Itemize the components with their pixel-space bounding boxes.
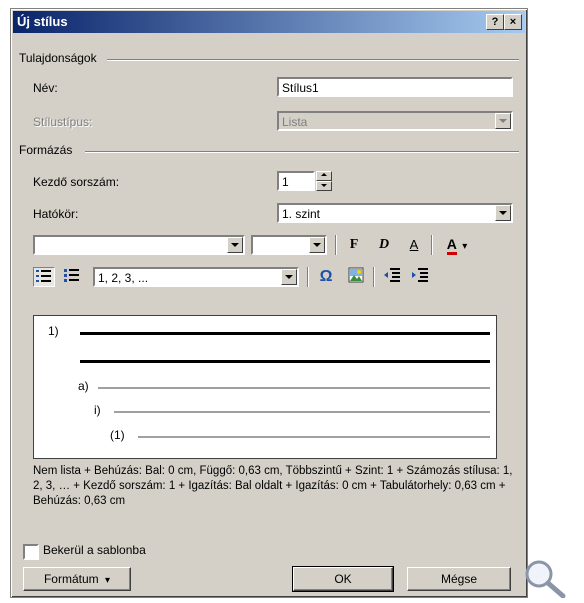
- ok-button[interactable]: OK: [292, 566, 394, 592]
- chevron-down-icon: [495, 205, 511, 221]
- cancel-button[interactable]: Mégse: [407, 567, 511, 591]
- properties-group-label: Tulajdonságok: [19, 51, 97, 65]
- zoom-magnifier-icon[interactable]: [523, 558, 569, 598]
- preview-line-level3: [114, 411, 490, 413]
- insert-picture-button[interactable]: [345, 267, 367, 287]
- numbering-format-select[interactable]: 1, 2, 3, ...: [93, 267, 299, 287]
- close-button[interactable]: ×: [504, 14, 522, 30]
- name-input[interactable]: Stílus1: [277, 77, 513, 97]
- bulleted-list-button[interactable]: [61, 267, 83, 287]
- formatting-group-label: Formázás: [19, 143, 73, 157]
- style-type-value: Lista: [282, 115, 308, 129]
- preview-line-level2: [98, 387, 490, 389]
- chevron-down-icon: [495, 113, 511, 129]
- chevron-down-icon: [281, 269, 297, 285]
- chevron-down-icon: ▾: [105, 575, 111, 586]
- spin-up-icon[interactable]: [316, 171, 332, 181]
- font-name-select[interactable]: [33, 235, 245, 255]
- name-label: Név:: [33, 81, 58, 95]
- decrease-indent-icon: [384, 268, 400, 282]
- numbering-format-value: 1, 2, 3, ...: [98, 271, 149, 285]
- spin-down-icon[interactable]: [316, 181, 332, 191]
- italic-button[interactable]: D: [373, 235, 395, 255]
- help-button[interactable]: ?: [486, 14, 504, 30]
- bulleted-list-icon: [64, 269, 79, 282]
- preview-line-level4: [138, 436, 490, 438]
- toolbar-separator: [431, 235, 433, 255]
- chevron-down-icon: ▾: [462, 241, 468, 252]
- numbered-list-icon: [36, 270, 51, 282]
- new-style-dialog: Új stílus ? × Tulajdonságok Név: Stílus1…: [10, 8, 528, 598]
- chevron-down-icon: [227, 237, 243, 253]
- preview-label-level4: (1): [110, 428, 125, 442]
- chevron-down-icon: [309, 237, 325, 253]
- add-to-template-label[interactable]: Bekerül a sablonba: [43, 543, 146, 557]
- style-type-select[interactable]: Lista: [277, 111, 513, 131]
- start-at-input[interactable]: 1: [277, 171, 315, 191]
- preview-line-level1-continued: [80, 360, 490, 363]
- toolbar-separator: [335, 235, 337, 255]
- scope-value: 1. szint: [282, 207, 321, 221]
- title-bar: Új stílus ? ×: [13, 11, 525, 33]
- scope-label: Hatókör:: [33, 207, 79, 221]
- preview-label-level2: a): [78, 379, 89, 393]
- increase-indent-icon: [412, 268, 428, 282]
- scope-select[interactable]: 1. szint: [277, 203, 513, 223]
- increase-indent-button[interactable]: [409, 267, 431, 287]
- bold-button[interactable]: F: [343, 235, 365, 255]
- start-at-label: Kezdő sorszám:: [33, 175, 120, 189]
- toolbar-separator: [373, 267, 375, 287]
- preview-label-level1: 1): [48, 324, 59, 338]
- start-at-spinner[interactable]: [316, 171, 332, 191]
- properties-group-line: [107, 59, 519, 61]
- font-color-button[interactable]: A ▾: [439, 235, 475, 255]
- omega-symbol-icon: Ω: [319, 268, 333, 285]
- add-to-template-checkbox[interactable]: [23, 544, 39, 560]
- picture-icon: [348, 267, 364, 283]
- insert-symbol-button[interactable]: Ω: [315, 267, 337, 287]
- decrease-indent-button[interactable]: [381, 267, 403, 287]
- numbered-list-button[interactable]: [33, 267, 55, 287]
- preview-label-level3: i): [94, 403, 101, 417]
- dialog-title: Új stílus: [17, 14, 68, 29]
- toolbar-separator: [307, 267, 309, 287]
- formatting-group-line: [85, 151, 519, 153]
- style-description: Nem lista + Behúzás: Bal: 0 cm, Függő: 0…: [33, 465, 513, 507]
- format-button[interactable]: Formátum ▾: [23, 567, 131, 591]
- underline-button[interactable]: A: [403, 235, 425, 255]
- list-preview: 1) a) i) (1): [33, 315, 497, 459]
- font-color-icon: A: [446, 236, 457, 255]
- preview-line-level1: [80, 332, 490, 335]
- style-type-label: Stílustípus:: [33, 115, 93, 129]
- font-size-select[interactable]: [251, 235, 327, 255]
